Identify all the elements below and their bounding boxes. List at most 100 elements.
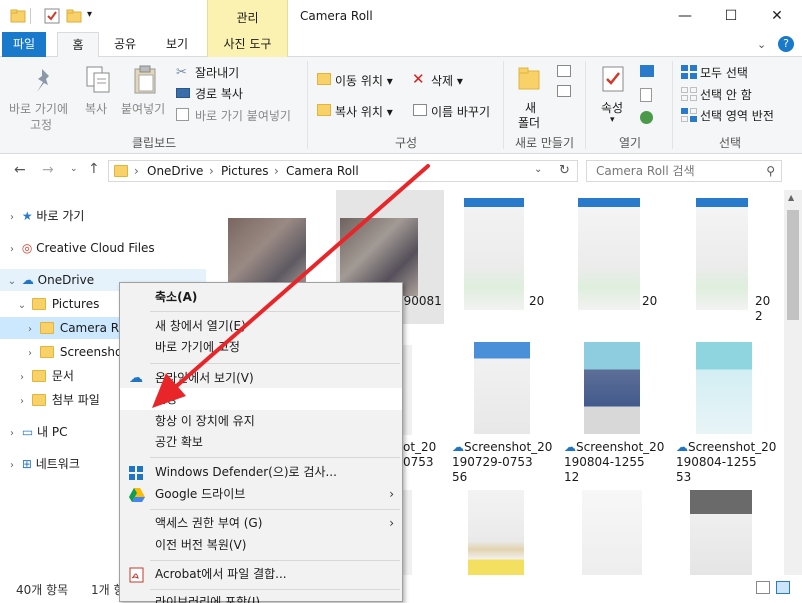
menu-item-google-drive[interactable]: Google 드라이브 › [120, 483, 402, 505]
delete-button[interactable]: 삭제 ▾ [431, 72, 463, 89]
google-drive-icon [129, 487, 145, 502]
invert-selection-button[interactable]: 선택 영역 반전 [700, 107, 774, 124]
recent-locations-chevron-icon[interactable]: ⌄ [70, 164, 78, 174]
creative-cloud-icon: ◎ [21, 241, 33, 255]
scroll-up-icon[interactable]: ▲ [788, 193, 794, 202]
tab-file[interactable]: 파일 [2, 32, 46, 57]
folder-icon [31, 298, 46, 310]
paste-shortcut-button[interactable]: 바로 가기 붙여넣기 [195, 107, 291, 124]
search-input[interactable]: Camera Roll 검색 ⚲ [586, 160, 782, 182]
file-caption: 20 [642, 294, 658, 308]
manage-contextual-tab[interactable]: 관리 [207, 0, 288, 33]
pin-quick-label-2[interactable]: 고정 [30, 116, 52, 133]
back-arrow-icon[interactable]: ← [14, 162, 26, 178]
tab-picture-tools[interactable]: 사진 도구 [207, 32, 288, 57]
clipboard-group-label: 클립보드 [132, 136, 177, 150]
scissors-icon: ✂ [176, 65, 187, 80]
copy-to-icon [317, 104, 331, 116]
close-button[interactable]: ✕ [754, 0, 800, 32]
nav-item-camera-roll[interactable]: › Camera Roll [0, 317, 133, 339]
file-thumbnail[interactable] [402, 345, 412, 435]
file-thumbnail[interactable] [582, 490, 642, 575]
file-thumbnail[interactable] [474, 342, 530, 434]
history-icon[interactable] [640, 111, 653, 124]
nav-item-creative-cloud[interactable]: › ◎ Creative Cloud Files [6, 237, 155, 259]
new-folder-quick-icon[interactable] [66, 8, 82, 24]
select-all-button[interactable]: 모두 선택 [700, 64, 748, 81]
copy-path-button[interactable]: 경로 복사 [195, 85, 243, 102]
nav-item-screenshots[interactable]: › Screenshots [24, 341, 133, 363]
new-folder-label-2[interactable]: 폴더 [518, 114, 540, 131]
search-icon: ⚲ [766, 164, 775, 178]
forward-arrow-icon[interactable]: → [42, 162, 54, 178]
folder-icon [10, 8, 26, 24]
address-dropdown-icon[interactable]: ⌄ [534, 164, 542, 175]
properties-quick-icon[interactable] [44, 8, 60, 24]
file-thumbnail[interactable] [464, 198, 524, 310]
move-to-button[interactable]: 이동 위치 ▾ [335, 72, 393, 89]
nav-item-attachments[interactable]: › 첨부 파일 [16, 389, 100, 411]
file-thumbnail[interactable] [578, 198, 640, 310]
file-thumbnail[interactable] [690, 490, 752, 575]
scrollbar-thumb[interactable] [787, 210, 799, 320]
menu-item-view-online[interactable]: ☁ 온라인에서 보기(V) [120, 367, 402, 389]
file-thumbnail[interactable] [696, 342, 752, 434]
menu-item-defender-scan[interactable]: Windows Defender(으)로 검사... [120, 461, 402, 483]
file-thumbnail[interactable] [402, 490, 412, 575]
large-icons-view-icon[interactable] [776, 581, 790, 594]
menu-item-always-keep[interactable]: 항상 이 장치에 유지 [120, 410, 402, 432]
breadcrumb-pictures[interactable]: Pictures [221, 164, 269, 178]
nav-item-pictures[interactable]: ⌄ Pictures [16, 293, 100, 315]
edit-icon[interactable] [640, 88, 652, 102]
help-icon[interactable]: ? [778, 36, 794, 52]
menu-item-acrobat-combine[interactable]: Acrobat에서 파일 결합... [120, 563, 402, 585]
copy-path-icon [176, 88, 190, 98]
breadcrumb-onedrive[interactable]: OneDrive [147, 164, 203, 178]
menu-item-include-library[interactable]: 라이브러리에 포함(I) [120, 591, 402, 603]
properties-button[interactable]: 속성 [601, 99, 623, 116]
tab-home[interactable]: 홈 [57, 32, 99, 58]
item-count: 40개 항목 [16, 583, 69, 597]
customize-quick-access-icon[interactable]: ▾ [87, 9, 92, 20]
breadcrumb-camera-roll[interactable]: Camera Roll [286, 164, 359, 178]
copy-to-button[interactable]: 복사 위치 ▾ [335, 103, 393, 120]
paste-button[interactable]: 붙여넣기 [121, 100, 165, 117]
nav-item-documents[interactable]: › 문서 [16, 365, 74, 387]
easy-access-icon[interactable] [557, 85, 571, 97]
open-image-icon[interactable] [640, 65, 654, 77]
address-bar[interactable]: › OneDrive › Pictures › Camera Roll ⌄ ↻ [108, 160, 578, 182]
nav-item-network[interactable]: › ⊞ 네트워크 [6, 453, 80, 475]
cut-button[interactable]: 잘라내기 [195, 64, 239, 81]
tab-share[interactable]: 공유 [108, 32, 142, 57]
menu-item-pin-quick-access[interactable]: 바로 가기에 고정 [120, 336, 402, 358]
new-item-icon[interactable] [557, 65, 571, 77]
menu-item-open-new-window[interactable]: 새 창에서 열기(E) [120, 315, 402, 337]
window-title: Camera Roll [300, 9, 373, 23]
collapse-ribbon-icon[interactable]: ⌄ [757, 38, 766, 51]
pin-quick-label-1[interactable]: 바로 가기에 [9, 100, 68, 117]
properties-icon [601, 65, 625, 96]
menu-item-give-access[interactable]: 액세스 권한 부여 (G) › [120, 512, 402, 534]
delete-icon: ✕ [412, 70, 425, 88]
submenu-chevron-icon: › [389, 487, 394, 501]
copy-button[interactable]: 복사 [85, 100, 107, 117]
up-arrow-icon[interactable]: ↑ [88, 161, 100, 177]
refresh-icon[interactable]: ↻ [559, 163, 570, 178]
folder-icon [31, 394, 46, 406]
nav-item-this-pc[interactable]: › ▭ 내 PC [6, 421, 67, 443]
file-thumbnail[interactable] [468, 490, 524, 575]
file-thumbnail[interactable] [584, 342, 640, 434]
title-bar: ▾ 관리 Camera Roll — ☐ ✕ [0, 0, 802, 33]
menu-item-collapse[interactable]: 축소(A) [120, 286, 402, 308]
maximize-button[interactable]: ☐ [708, 0, 754, 32]
nav-item-quick-access[interactable]: › ★ 바로 가기 [6, 205, 84, 227]
menu-item-free-space[interactable]: 공간 확보 [120, 431, 402, 453]
select-none-button[interactable]: 선택 안 함 [700, 86, 752, 103]
rename-button[interactable]: 이름 바꾸기 [431, 103, 490, 120]
tab-view[interactable]: 보기 [158, 32, 196, 57]
menu-item-restore-versions[interactable]: 이전 버전 복원(V) [120, 534, 402, 556]
menu-item-settings[interactable]: 설정 [120, 388, 402, 410]
minimize-button[interactable]: — [662, 0, 708, 32]
details-view-icon[interactable] [756, 581, 770, 594]
file-thumbnail[interactable] [696, 198, 748, 310]
